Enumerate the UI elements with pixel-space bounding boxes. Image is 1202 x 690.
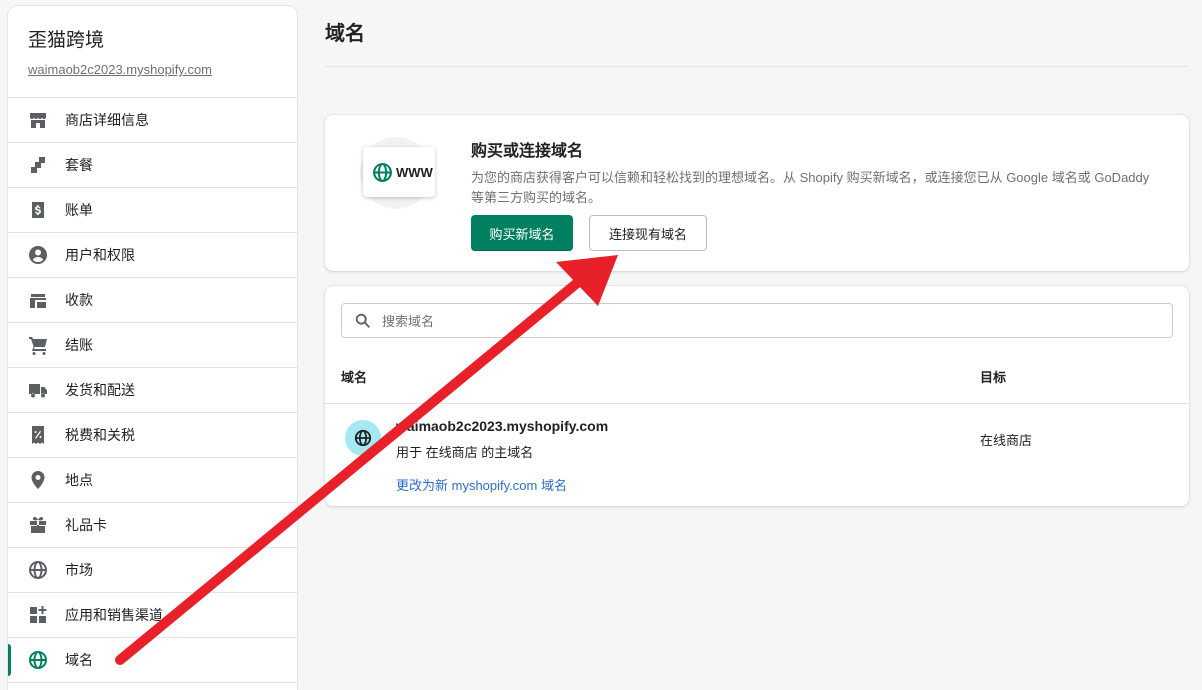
store-icon xyxy=(28,110,48,130)
domain-target: 在线商店 xyxy=(980,433,1033,448)
tax-icon xyxy=(28,425,48,445)
page-title: 域名 xyxy=(325,23,365,45)
domains-list-card: 搜索域名 域名 目标 waimaob2c2023.myshopify.com 用… xyxy=(325,286,1189,506)
sidebar-item-label: 结账 xyxy=(65,337,93,353)
sidebar-item-payments[interactable]: 收款 xyxy=(8,278,297,323)
promo-description: 为您的商店获得客户可以信赖和轻松找到的理想域名。从 Shopify 购买新域名，… xyxy=(471,170,1150,205)
sidebar-item-label: 应用和销售渠道 xyxy=(65,607,163,623)
sidebar-item-label: 商店详细信息 xyxy=(65,112,149,128)
column-header-target: 目标 xyxy=(980,370,1007,385)
sidebar-item-label: 地点 xyxy=(65,472,93,488)
domain-avatar xyxy=(345,420,381,456)
domain-name: waimaob2c2023.myshopify.com xyxy=(396,418,609,434)
globe-icon xyxy=(373,162,392,182)
store-url-link[interactable]: waimaob2c2023.myshopify.com xyxy=(28,62,212,77)
sidebar-item-markets[interactable]: 市场 xyxy=(8,548,297,593)
truck-icon xyxy=(28,380,48,400)
sidebar-item-label: 收款 xyxy=(65,292,93,308)
domain-globe-icon xyxy=(28,650,48,670)
store-header: 歪猫跨境 waimaob2c2023.myshopify.com xyxy=(8,6,297,98)
table-divider xyxy=(325,403,1189,404)
settings-sidebar: 歪猫跨境 waimaob2c2023.myshopify.com 商店详细信息 … xyxy=(8,6,297,690)
sidebar-item-label: 用户和权限 xyxy=(65,247,135,263)
sidebar-item-label: 礼品卡 xyxy=(65,517,107,533)
globe-icon xyxy=(28,560,48,580)
connect-existing-domain-button[interactable]: 连接现有域名 xyxy=(589,215,707,251)
sidebar-item-label: 套餐 xyxy=(65,157,93,173)
buy-new-domain-button[interactable]: 购买新域名 xyxy=(471,215,573,251)
column-header-domain: 域名 xyxy=(341,370,368,385)
sidebar-item-taxes[interactable]: 税费和关税 xyxy=(8,413,297,458)
header-divider xyxy=(325,66,1189,67)
sidebar-item-label: 域名 xyxy=(65,652,93,668)
search-placeholder: 搜索域名 xyxy=(382,314,435,329)
sidebar-item-billing[interactable]: 账单 xyxy=(8,188,297,233)
buy-connect-domain-card: WWW 购买或连接域名 为您的商店获得客户可以信赖和轻松找到的理想域名。从 Sh… xyxy=(325,115,1189,271)
sidebar-item-users[interactable]: 用户和权限 xyxy=(8,233,297,278)
search-input[interactable]: 搜索域名 xyxy=(341,303,1173,338)
sidebar-item-gift-cards[interactable]: 礼品卡 xyxy=(8,503,297,548)
sidebar-item-store-details[interactable]: 商店详细信息 xyxy=(8,98,297,143)
sidebar-item-label: 发货和配送 xyxy=(65,382,135,398)
apps-icon xyxy=(28,605,48,625)
globe-icon xyxy=(354,429,372,447)
payment-icon xyxy=(28,290,48,310)
sidebar-item-plan[interactable]: 套餐 xyxy=(8,143,297,188)
sidebar-item-apps[interactable]: 应用和销售渠道 xyxy=(8,593,297,638)
sidebar-item-shipping[interactable]: 发货和配送 xyxy=(8,368,297,413)
gift-icon xyxy=(28,515,48,535)
domain-usage: 用于 在线商店 的主域名 xyxy=(396,445,534,460)
sidebar-item-label: 税费和关税 xyxy=(65,427,135,443)
www-illustration: WWW xyxy=(363,147,435,197)
sidebar-item-locations[interactable]: 地点 xyxy=(8,458,297,503)
sidebar-item-label: 市场 xyxy=(65,562,93,578)
sidebar-item-domains[interactable]: 域名 xyxy=(8,638,297,683)
promo-title: 购买或连接域名 xyxy=(471,143,584,160)
change-myshopify-domain-link[interactable]: 更改为新 myshopify.com 域名 xyxy=(396,475,567,494)
www-text: WWW xyxy=(396,164,433,180)
search-icon xyxy=(355,313,371,328)
plan-icon xyxy=(28,155,48,175)
sidebar-item-checkout[interactable]: 结账 xyxy=(8,323,297,368)
sidebar-item-label: 账单 xyxy=(65,202,93,218)
billing-icon xyxy=(28,200,48,220)
user-icon xyxy=(28,245,48,265)
store-name: 歪猫跨境 xyxy=(28,30,105,51)
cart-icon xyxy=(28,335,48,355)
location-icon xyxy=(28,470,48,490)
